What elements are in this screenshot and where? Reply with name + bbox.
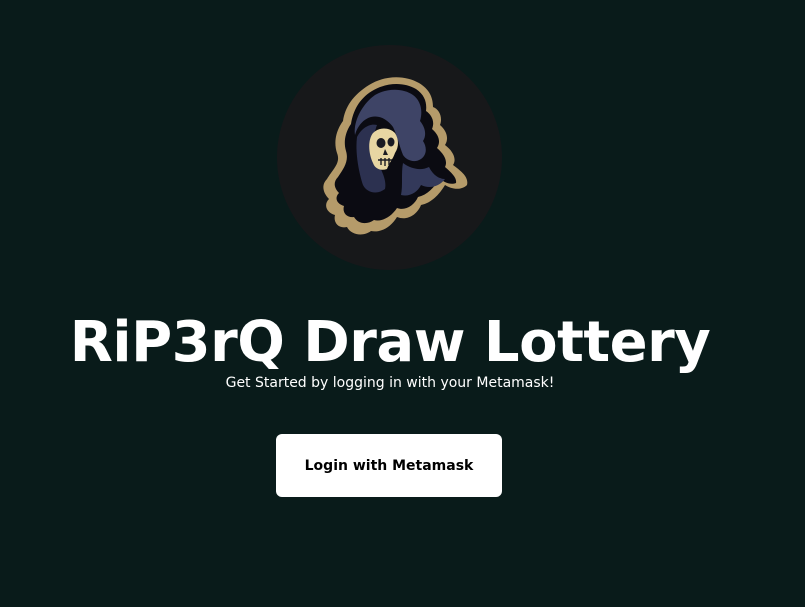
page-subtitle: Get Started by logging in with your Meta… — [225, 375, 555, 391]
page-title: RiP3rQ Draw Lottery — [69, 310, 711, 375]
landing-page: RiP3rQ Draw Lottery Get Started by loggi… — [0, 0, 805, 607]
logo — [277, 45, 502, 270]
hooded-reaper-skull-icon — [323, 77, 468, 235]
login-with-metamask-button[interactable]: Login with Metamask — [276, 434, 502, 497]
